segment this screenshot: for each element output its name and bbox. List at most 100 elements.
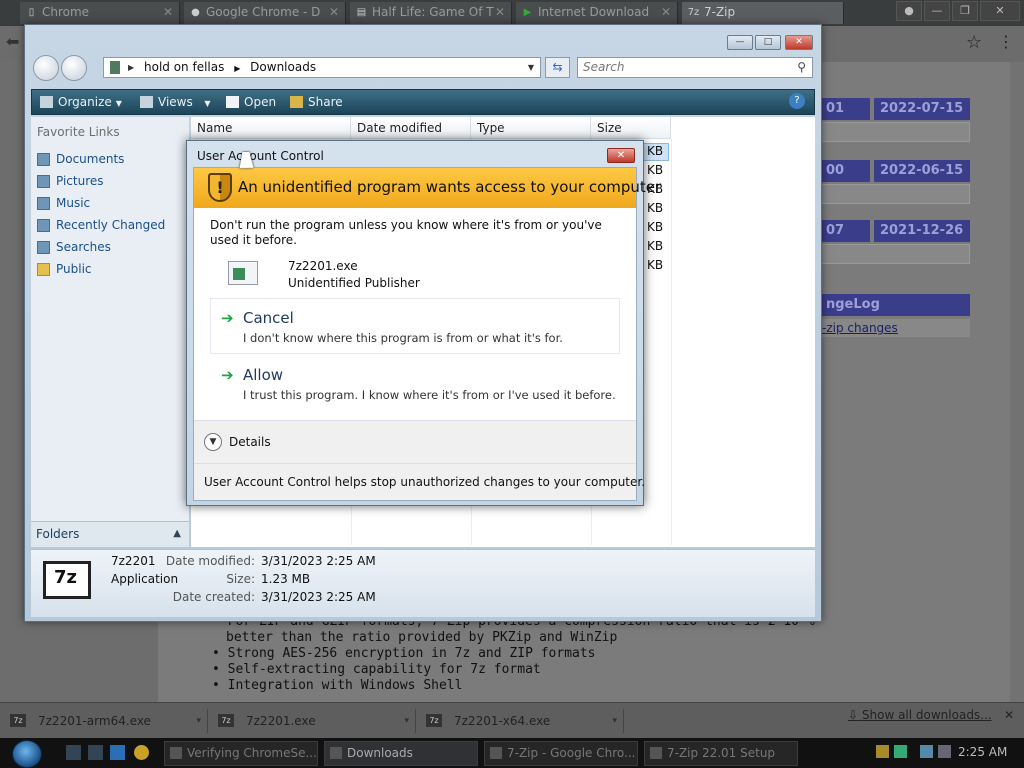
restore-button[interactable]: ❐	[952, 1, 978, 21]
maximize-button[interactable]: □	[755, 35, 781, 50]
details-toggle[interactable]: ▼ Details	[194, 420, 636, 464]
favorite-link-music[interactable]: Music	[37, 196, 90, 210]
pictures-icon	[37, 175, 50, 188]
chevron-right-icon[interactable]: ▶	[128, 58, 134, 77]
forward-button[interactable]	[61, 55, 87, 81]
favorite-link-public[interactable]: Public	[37, 262, 92, 276]
feature-bullet-continued: better than the ratio provided by PKZip …	[226, 630, 618, 645]
search-icon[interactable]: ⚲	[797, 58, 806, 77]
ie-icon[interactable]	[110, 745, 125, 760]
recently-changed-icon	[37, 219, 50, 232]
browser-tab-7zip[interactable]: 7z 7-Zip	[682, 2, 844, 24]
cancel-option-button[interactable]: ➔ Cancel I don't know where this program…	[210, 298, 620, 354]
release-date: 2022-07-15	[874, 98, 970, 120]
release-row	[820, 244, 970, 264]
details-modified-label: Date modified:	[165, 554, 255, 568]
help-icon[interactable]: ?	[789, 93, 805, 109]
back-arrow-icon[interactable]: ⬅	[6, 32, 19, 51]
chevron-down-icon[interactable]: ▼	[528, 58, 534, 77]
details-size-value: 1.23 MB	[261, 572, 311, 586]
browser-tab-google-chrome[interactable]: ● Google Chrome - D ✕	[184, 2, 346, 24]
taskbar-button[interactable]: 7-Zip - Google Chro...	[484, 741, 638, 766]
minimize-button[interactable]: —	[727, 35, 753, 50]
network-icon[interactable]	[920, 745, 933, 758]
chevron-down-icon[interactable]: ▾	[612, 709, 617, 733]
music-icon	[37, 197, 50, 210]
taskbar-button[interactable]: Verifying ChromeSe...	[164, 741, 318, 766]
column-header-type[interactable]: Type	[471, 117, 591, 139]
close-tab-icon[interactable]: ✕	[163, 2, 173, 23]
taskbar-button[interactable]: 7-Zip 22.01 Setup	[644, 741, 798, 766]
uac-warning-text: Don't run the program unless you know wh…	[210, 218, 602, 247]
open-button[interactable]: Open	[224, 94, 276, 110]
profile-icon[interactable]: ●	[896, 1, 922, 21]
start-button[interactable]	[12, 740, 42, 768]
close-button[interactable]: ✕	[785, 35, 813, 50]
allow-option-title: Allow	[243, 366, 284, 384]
release-date: 2022-06-15	[874, 160, 970, 182]
chrome-icon[interactable]	[134, 745, 149, 760]
taskbar-clock[interactable]: 2:25 AM	[958, 745, 1007, 759]
minimize-button[interactable]: —	[924, 1, 950, 21]
close-tab-icon[interactable]: ✕	[495, 2, 505, 23]
feature-bullet: • Strong AES-256 encryption in 7z and ZI…	[212, 646, 596, 661]
browser-tab-chrome[interactable]: ▯ Chrome ✕	[20, 2, 180, 24]
share-button[interactable]: Share	[288, 94, 343, 110]
close-window-button[interactable]: ✕	[980, 1, 1020, 21]
taskbar-button[interactable]: Downloads	[324, 741, 478, 766]
chrome-icon	[490, 747, 502, 759]
column-header-date-modified[interactable]: Date modified	[351, 117, 471, 139]
address-bar[interactable]: ▶ hold on fellas ▶ Downloads ▼	[103, 57, 541, 78]
views-button[interactable]: Views ▼	[138, 94, 211, 112]
show-desktop-icon[interactable]	[66, 745, 81, 760]
organize-button[interactable]: Organize ▼	[38, 94, 122, 112]
release-date: 2021-12-26	[874, 220, 970, 242]
tray-shield-icon[interactable]	[876, 745, 889, 758]
close-download-shelf-icon[interactable]: ✕	[1004, 708, 1014, 722]
column-header-name[interactable]: Name	[191, 117, 351, 139]
favorite-link-documents[interactable]: Documents	[37, 152, 124, 166]
close-tab-icon[interactable]: ✕	[661, 2, 671, 23]
breadcrumb-item[interactable]: hold on fellas	[144, 60, 224, 74]
play-icon: ▶	[523, 7, 532, 18]
star-icon[interactable]: ☆	[966, 32, 982, 53]
menu-icon[interactable]: ⋮	[998, 32, 1014, 51]
switch-windows-icon[interactable]	[88, 745, 103, 760]
uac-close-button[interactable]: ✕	[607, 148, 635, 163]
volume-icon[interactable]	[938, 745, 951, 758]
refresh-button[interactable]: ⇆	[545, 57, 570, 78]
views-icon	[140, 96, 153, 108]
chevron-right-icon[interactable]: ▶	[234, 64, 240, 73]
cancel-option-subtitle: I don't know where this program is from …	[243, 331, 563, 345]
close-tab-icon[interactable]: ✕	[329, 2, 339, 23]
breadcrumb-item[interactable]: Downloads	[250, 60, 316, 74]
cancel-option-title: Cancel	[243, 309, 294, 327]
chevron-down-icon[interactable]: ▾	[196, 709, 201, 733]
favorite-link-recently-changed[interactable]: Recently Changed	[37, 218, 165, 232]
favorite-link-pictures[interactable]: Pictures	[37, 174, 104, 188]
changelog-link[interactable]: -zip changes	[822, 319, 970, 337]
release-fragment: 01	[820, 98, 870, 120]
search-input[interactable]: Search ⚲	[577, 57, 813, 78]
feature-bullet: • Self-extracting capability for 7z form…	[212, 662, 541, 677]
allow-option-subtitle: I trust this program. I know where it's …	[243, 388, 616, 402]
program-publisher: Unidentified Publisher	[288, 276, 420, 290]
details-created-label: Date created:	[172, 590, 255, 604]
browser-tab-internet-download[interactable]: ▶ Internet Download ✕	[516, 2, 678, 24]
back-button[interactable]	[33, 55, 59, 81]
chevron-down-icon[interactable]: ▾	[404, 709, 409, 733]
favorite-link-searches[interactable]: Searches	[37, 240, 111, 254]
searches-icon	[37, 241, 50, 254]
folders-toggle[interactable]: Folders ▲	[31, 521, 189, 547]
browser-tab-half-life[interactable]: ▤ Half Life: Game Of T ✕	[350, 2, 512, 24]
download-item[interactable]: 7z 7z2201.exe ▾	[212, 709, 416, 733]
show-all-downloads-link[interactable]: ⇩ Show all downloads...	[848, 708, 992, 722]
page-scrollbar[interactable]	[1010, 62, 1024, 702]
column-header-size[interactable]: Size	[591, 117, 671, 139]
download-item[interactable]: 7z 7z2201-arm64.exe ▾	[4, 709, 208, 733]
tray-app-icon[interactable]	[894, 745, 907, 758]
allow-option-button[interactable]: ➔ Allow I trust this program. I know whe…	[210, 355, 620, 411]
download-item[interactable]: 7z 7z2201-x64.exe ▾	[420, 709, 624, 733]
public-folder-icon	[37, 263, 50, 276]
chevron-down-icon[interactable]: ▼	[204, 433, 222, 451]
